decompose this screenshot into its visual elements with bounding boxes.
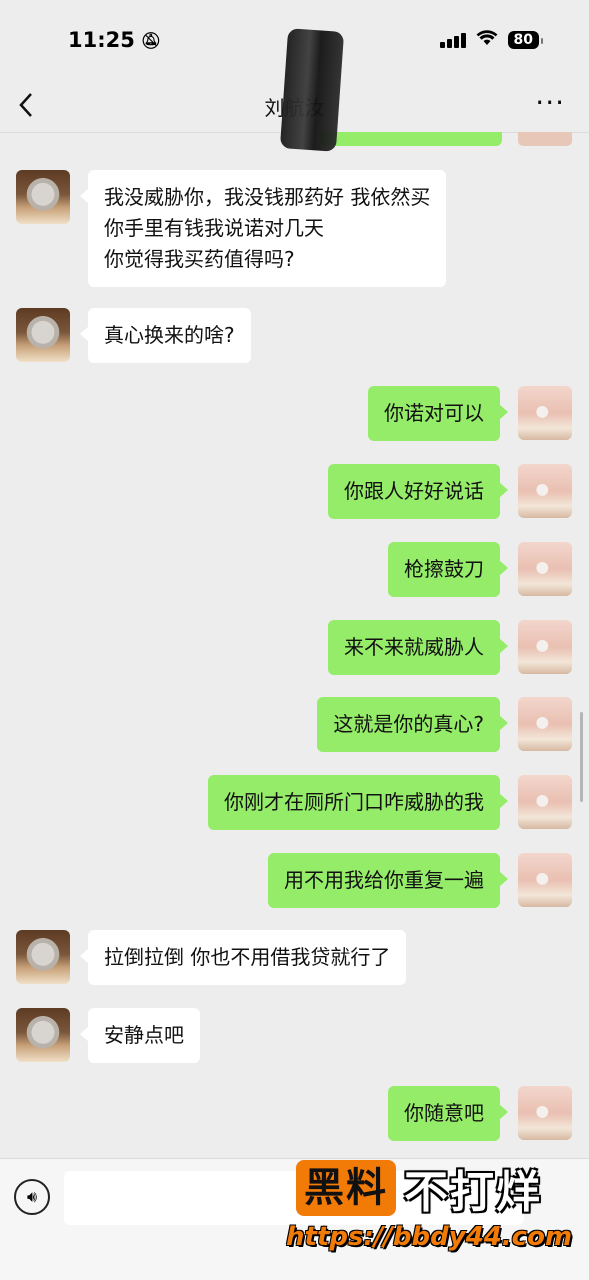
my-avatar[interactable] — [518, 542, 572, 596]
status-icons: 80 — [439, 29, 544, 51]
scroll-indicator[interactable] — [580, 712, 583, 802]
contact-avatar[interactable] — [16, 930, 70, 984]
message-bubble[interactable]: 用不用我给你重复一遍 — [268, 853, 508, 908]
watermark-text: 不打烊 — [404, 1167, 542, 1218]
message-row: 你刚才在厕所门口咋威胁的我 — [208, 775, 572, 830]
message-bubble[interactable]: 你刚才在厕所门口咋威胁的我 — [208, 775, 508, 830]
watermark-url: https://bbdy44.com — [286, 1222, 573, 1252]
message-row: 你诺对可以 — [368, 386, 572, 441]
contact-avatar[interactable] — [16, 170, 70, 224]
message-row: 用不用我给你重复一遍 — [268, 853, 572, 908]
message-bubble[interactable]: 你随意吧 — [388, 1086, 508, 1141]
message-bubble[interactable]: 这就是你的真心? — [317, 697, 508, 752]
chevron-left-icon[interactable] — [18, 92, 34, 125]
my-avatar[interactable] — [518, 853, 572, 907]
message-bubble[interactable]: 来不来就威胁人 — [328, 620, 508, 675]
message-row: 拉倒拉倒 你也不用借我贷就行了 — [16, 930, 407, 985]
contact-avatar[interactable] — [16, 308, 70, 362]
watermark: 黑料 不打烊 https://bbdy44.com — [286, 1156, 586, 1256]
message-bubble[interactable]: 枪擦鼓刀 — [388, 542, 508, 597]
message-row: 真心换来的啥? — [16, 308, 251, 363]
voice-icon[interactable]: 🔊︎ — [14, 1179, 50, 1215]
my-avatar[interactable] — [518, 775, 572, 829]
contact-avatar[interactable] — [16, 1008, 70, 1062]
more-dots-icon[interactable]: ··· — [535, 86, 565, 119]
message-row: 这就是你的真心? — [317, 697, 572, 752]
watermark-badge: 黑料 — [296, 1160, 396, 1216]
watermark-brand: 黑料 不打烊 — [286, 1156, 586, 1220]
my-avatar[interactable] — [518, 386, 572, 440]
my-avatar[interactable] — [518, 697, 572, 751]
partial-avatar — [518, 132, 572, 146]
wifi-icon — [476, 29, 498, 51]
clock: 11:25 🔕︎ — [68, 28, 161, 52]
message-row: 枪擦鼓刀 — [388, 542, 572, 597]
message-bubble[interactable]: 拉倒拉倒 你也不用借我贷就行了 — [79, 930, 407, 985]
message-row: 来不来就威胁人 — [328, 620, 572, 675]
redaction-mark — [279, 28, 345, 152]
time-text: 11:25 — [68, 28, 135, 52]
message-row: 我没威胁你，我没钱那药好 我依然买 你手里有钱我说诺对几天 你觉得我买药值得吗? — [16, 170, 447, 287]
my-avatar[interactable] — [518, 1086, 572, 1140]
my-avatar[interactable] — [518, 464, 572, 518]
message-bubble[interactable]: 你诺对可以 — [368, 386, 508, 441]
message-row: 你跟人好好说话 — [328, 464, 572, 519]
message-bubble[interactable]: 真心换来的啥? — [80, 308, 251, 363]
partial-message-bubble — [320, 132, 502, 146]
my-avatar[interactable] — [518, 620, 572, 674]
message-row: 你随意吧 — [388, 1086, 572, 1141]
message-bubble[interactable]: 你跟人好好说话 — [328, 464, 508, 519]
message-bubble[interactable]: 安静点吧 — [80, 1008, 200, 1063]
bell-slash-icon: 🔕︎ — [140, 30, 162, 50]
signal-icon — [439, 32, 466, 48]
message-bubble[interactable]: 我没威胁你，我没钱那药好 我依然买 你手里有钱我说诺对几天 你觉得我买药值得吗? — [79, 170, 447, 287]
battery-indicator: 80 — [507, 31, 544, 49]
message-row: 安静点吧 — [16, 1008, 200, 1063]
